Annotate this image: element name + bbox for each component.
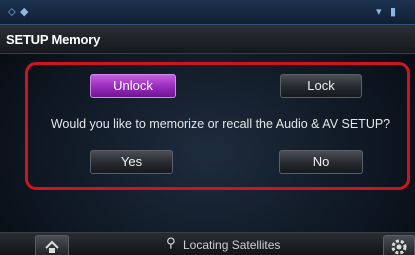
status-bar: ⬦ ◆ ▾ ▮ xyxy=(0,0,415,25)
bottom-bar: ⚲ Locating Satellites xyxy=(0,232,415,255)
memory-panel: Unlock Lock Would you like to memorize o… xyxy=(25,62,410,190)
settings-dot-icon: ◆ xyxy=(20,5,29,18)
title-bar: SETUP Memory xyxy=(0,25,415,54)
antenna-icon: ▾ xyxy=(376,5,382,18)
return-button[interactable] xyxy=(35,235,69,255)
return-icon xyxy=(45,240,59,253)
setup-memory-screen: ⬦ ◆ ▾ ▮ SETUP Memory Unlock Lock Would y… xyxy=(0,0,415,255)
page-title: SETUP Memory xyxy=(6,32,101,47)
unlock-button[interactable]: Unlock xyxy=(90,74,176,98)
signal-icon: ▮ xyxy=(390,5,397,18)
settings-button[interactable] xyxy=(383,235,415,255)
gps-status-text: Locating Satellites xyxy=(183,238,281,252)
lock-button[interactable]: Lock xyxy=(280,74,362,98)
no-button[interactable]: No xyxy=(279,150,363,174)
navigation-icon: ⬦ xyxy=(8,5,16,18)
memory-question-text: Would you like to memorize or recall the… xyxy=(50,117,391,131)
gear-icon xyxy=(391,239,407,255)
satellite-icon: ⚲ xyxy=(166,236,176,251)
yes-button[interactable]: Yes xyxy=(90,150,173,174)
